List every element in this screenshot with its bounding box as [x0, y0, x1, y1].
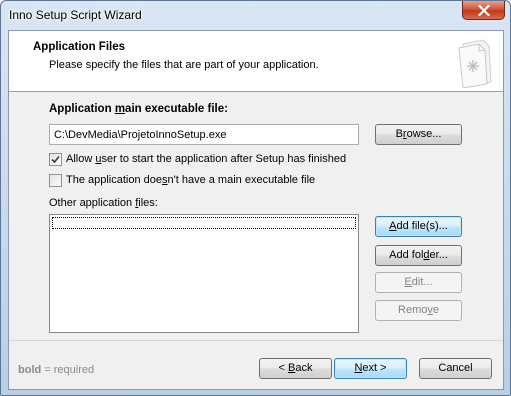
no-main-exe-label: The application doesn't have a main exec…: [66, 174, 316, 186]
required-legend: bold = required: [18, 364, 95, 376]
page-subtitle: Please specify the files that are part o…: [49, 59, 319, 71]
footer-separator: [9, 340, 503, 341]
remove-button[interactable]: Remove: [375, 300, 462, 321]
back-button[interactable]: < Back: [259, 358, 332, 379]
add-files-button[interactable]: Add file(s)...: [375, 216, 462, 237]
allow-start-label: Allow user to start the application afte…: [66, 153, 347, 165]
document-icon: [458, 39, 492, 88]
main-executable-input[interactable]: [49, 124, 359, 145]
add-folder-button[interactable]: Add folder...: [375, 245, 462, 266]
window-title: Inno Setup Script Wizard: [9, 8, 142, 22]
other-files-list[interactable]: [49, 214, 359, 333]
no-main-exe-checkbox[interactable]: [49, 174, 62, 187]
browse-button[interactable]: Browse...: [375, 124, 462, 145]
next-button[interactable]: Next >: [334, 358, 407, 379]
other-files-label: Other application files:: [49, 197, 158, 209]
allow-start-checkbox[interactable]: [49, 153, 62, 166]
wizard-header: Application Files Please specify the fil…: [9, 31, 503, 92]
page-title: Application Files: [33, 41, 126, 53]
cancel-button[interactable]: Cancel: [419, 358, 492, 379]
dialog-client-area: Application Files Please specify the fil…: [8, 30, 504, 390]
title-bar[interactable]: Inno Setup Script Wizard: [1, 1, 510, 29]
close-icon: [478, 5, 490, 16]
list-focus-rect: [52, 217, 356, 229]
main-executable-label: Application main executable file:: [49, 103, 228, 115]
wizard-window: Inno Setup Script Wizard Application Fil…: [0, 0, 511, 396]
checkmark-icon: [51, 155, 60, 164]
edit-button[interactable]: Edit...: [375, 272, 462, 293]
close-button[interactable]: [462, 1, 505, 20]
